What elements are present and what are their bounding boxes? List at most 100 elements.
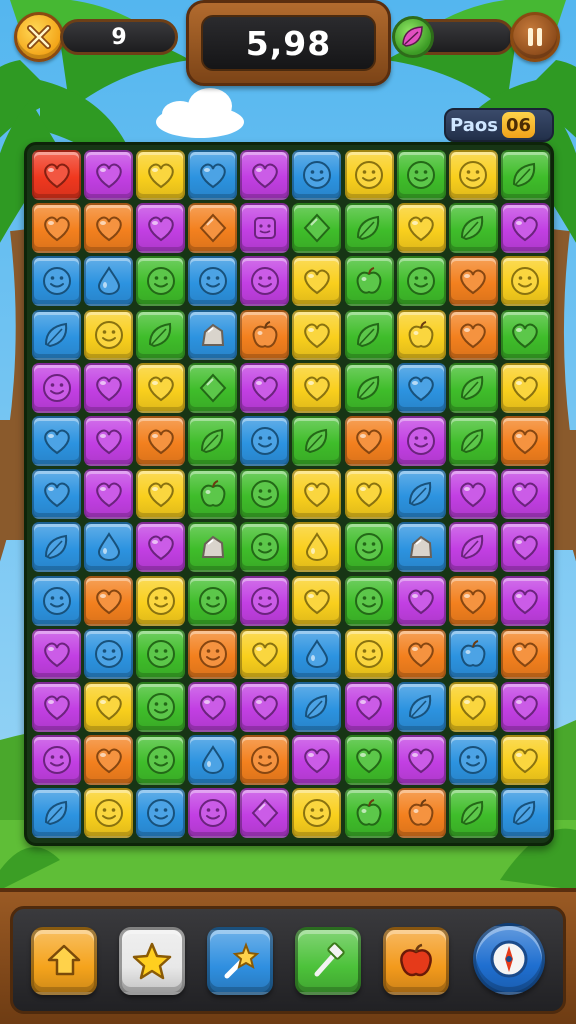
board-tile[interactable] <box>500 522 550 573</box>
board-tile[interactable] <box>344 681 394 732</box>
board-tile[interactable] <box>84 415 134 466</box>
board-tile[interactable] <box>240 788 290 839</box>
board-tile[interactable] <box>448 681 498 732</box>
board-tile[interactable] <box>448 309 498 360</box>
board-tile[interactable] <box>136 469 186 520</box>
board-tile[interactable] <box>292 309 342 360</box>
board-tile[interactable] <box>396 522 446 573</box>
board-tile[interactable] <box>136 362 186 413</box>
board-tile[interactable] <box>32 681 81 732</box>
board-tile[interactable] <box>500 735 550 786</box>
pause-button[interactable] <box>510 12 560 62</box>
close-button[interactable] <box>14 12 64 62</box>
board-tile[interactable] <box>136 735 186 786</box>
board-tile[interactable] <box>84 362 134 413</box>
board-tile[interactable] <box>84 735 134 786</box>
board-tile[interactable] <box>32 575 81 626</box>
board-tile[interactable] <box>136 522 186 573</box>
board-tile[interactable] <box>188 150 238 200</box>
board-tile[interactable] <box>448 203 498 254</box>
board-tile[interactable] <box>396 309 446 360</box>
board-tile[interactable] <box>344 256 394 307</box>
board-tile[interactable] <box>500 415 550 466</box>
board-tile[interactable] <box>292 362 342 413</box>
board-tile[interactable] <box>500 150 550 200</box>
board-tile[interactable] <box>500 628 550 679</box>
board-tile[interactable] <box>240 415 290 466</box>
board-tile[interactable] <box>188 256 238 307</box>
board-tile[interactable] <box>188 309 238 360</box>
board-tile[interactable] <box>396 469 446 520</box>
board-tile[interactable] <box>84 256 134 307</box>
board-tile[interactable] <box>188 203 238 254</box>
board-tile[interactable] <box>240 150 290 200</box>
board-tile[interactable] <box>188 575 238 626</box>
board-tile[interactable] <box>32 628 81 679</box>
board-tile[interactable] <box>292 469 342 520</box>
board-tile[interactable] <box>500 256 550 307</box>
board-tile[interactable] <box>344 309 394 360</box>
board-tile[interactable] <box>136 415 186 466</box>
board-tile[interactable] <box>240 203 290 254</box>
board-tile[interactable] <box>188 681 238 732</box>
board-tile[interactable] <box>396 415 446 466</box>
board-tile[interactable] <box>240 575 290 626</box>
board-tile[interactable] <box>32 309 81 360</box>
board-tile[interactable] <box>84 681 134 732</box>
board-tile[interactable] <box>292 681 342 732</box>
board-tile[interactable] <box>396 150 446 200</box>
board-tile[interactable] <box>500 469 550 520</box>
board-tile[interactable] <box>344 735 394 786</box>
board-tile[interactable] <box>396 575 446 626</box>
board-tile[interactable] <box>84 788 134 839</box>
board-tile[interactable] <box>448 522 498 573</box>
board-tile[interactable] <box>500 788 550 839</box>
board-tile[interactable] <box>396 362 446 413</box>
board-tile[interactable] <box>32 415 81 466</box>
board-tile[interactable] <box>344 575 394 626</box>
board-tile[interactable] <box>188 522 238 573</box>
board-tile[interactable] <box>292 522 342 573</box>
board-tile[interactable] <box>344 469 394 520</box>
board-tile[interactable] <box>396 735 446 786</box>
board-tile[interactable] <box>32 469 81 520</box>
board-tile[interactable] <box>188 628 238 679</box>
board-tile[interactable] <box>292 256 342 307</box>
board-tile[interactable] <box>292 575 342 626</box>
board-tile[interactable] <box>136 681 186 732</box>
board-tile[interactable] <box>136 788 186 839</box>
board-tile[interactable] <box>84 309 134 360</box>
board-tile[interactable] <box>32 522 81 573</box>
board-tile[interactable] <box>396 256 446 307</box>
board-tile[interactable] <box>84 575 134 626</box>
magic-wand-booster[interactable] <box>207 927 273 995</box>
board-tile[interactable] <box>448 415 498 466</box>
board-tile[interactable] <box>292 628 342 679</box>
board-tile[interactable] <box>32 788 81 839</box>
star-booster[interactable] <box>119 927 185 995</box>
board-tile[interactable] <box>448 628 498 679</box>
board-tile[interactable] <box>240 522 290 573</box>
board-tile[interactable] <box>448 735 498 786</box>
board-tile[interactable] <box>188 415 238 466</box>
board-tile[interactable] <box>32 256 81 307</box>
board-tile[interactable] <box>448 256 498 307</box>
board-tile[interactable] <box>396 788 446 839</box>
board-tile[interactable] <box>500 681 550 732</box>
board-tile[interactable] <box>240 256 290 307</box>
board-tile[interactable] <box>344 362 394 413</box>
board-tile[interactable] <box>32 150 81 200</box>
arrow-booster[interactable] <box>31 927 97 995</box>
board-tile[interactable] <box>344 415 394 466</box>
board-tile[interactable] <box>84 628 134 679</box>
board-tile[interactable] <box>344 788 394 839</box>
board-tile[interactable] <box>344 522 394 573</box>
board-tile[interactable] <box>344 628 394 679</box>
board-tile[interactable] <box>396 203 446 254</box>
board-tile[interactable] <box>136 150 186 200</box>
board-tile[interactable] <box>448 575 498 626</box>
board-tile[interactable] <box>396 681 446 732</box>
board-tile[interactable] <box>448 362 498 413</box>
board-tile[interactable] <box>292 415 342 466</box>
board-tile[interactable] <box>84 150 134 200</box>
